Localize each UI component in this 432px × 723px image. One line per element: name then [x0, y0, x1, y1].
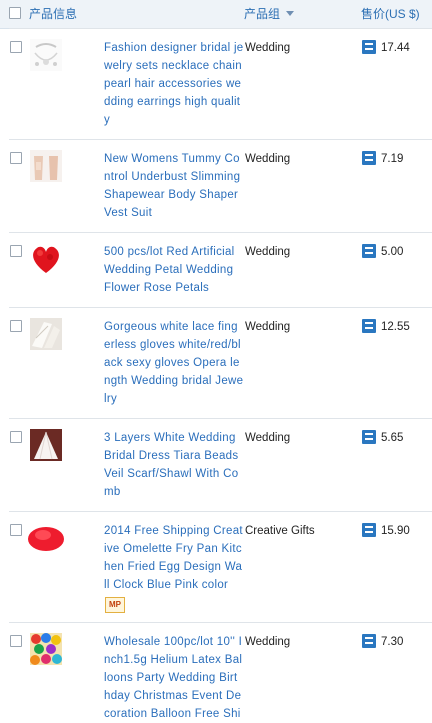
edit-price-icon[interactable]	[362, 319, 376, 333]
row-checkbox[interactable]	[10, 41, 22, 53]
table-row: 3 Layers White Wedding Bridal Dress Tiar…	[9, 418, 432, 512]
table-row: New Womens Tummy Control Underbust Slimm…	[9, 139, 432, 233]
table-row: 500 pcs/lot Red Artificial Wedding Petal…	[9, 232, 432, 308]
edit-price-icon[interactable]	[362, 40, 376, 54]
product-group: Wedding	[245, 321, 291, 333]
sort-caret-icon[interactable]	[286, 11, 295, 16]
product-title-link[interactable]: Gorgeous white lace fingerless gloves wh…	[104, 318, 244, 408]
product-price: 5.00	[381, 246, 404, 258]
table-row: Fashion designer bridal jewelry sets nec…	[9, 28, 432, 140]
row-checkbox[interactable]	[10, 245, 22, 257]
product-thumbnail[interactable]	[30, 243, 62, 275]
product-price: 17.44	[381, 42, 410, 54]
product-group: Wedding	[245, 246, 291, 258]
select-all-checkbox[interactable]	[9, 7, 21, 19]
row-checkbox[interactable]	[10, 152, 22, 164]
product-thumbnail[interactable]	[30, 429, 62, 461]
mp-badge: MP	[105, 597, 125, 613]
edit-price-icon[interactable]	[362, 634, 376, 648]
row-checkbox[interactable]	[10, 524, 22, 536]
product-title-link[interactable]: 2014 Free Shipping Creative Omelette Fry…	[104, 522, 244, 594]
header-price: 售价(US $)	[361, 7, 420, 21]
product-price: 7.30	[381, 636, 404, 648]
header-product-info: 产品信息	[29, 7, 78, 21]
product-title-link[interactable]: New Womens Tummy Control Underbust Slimm…	[104, 150, 244, 222]
row-checkbox[interactable]	[10, 635, 22, 647]
product-thumbnail[interactable]	[30, 318, 62, 350]
table-row: Wholesale 100pc/lot 10'' Inch1.5g Helium…	[9, 622, 432, 720]
product-price: 15.90	[381, 525, 410, 537]
product-price: 12.55	[381, 321, 410, 333]
table-row: 2014 Free Shipping Creative Omelette Fry…	[9, 511, 432, 623]
product-group: Creative Gifts	[245, 525, 315, 537]
product-group: Wedding	[245, 636, 291, 648]
product-title-link[interactable]: Fashion designer bridal jewelry sets nec…	[104, 39, 244, 129]
product-thumbnail[interactable]	[30, 39, 62, 71]
table-header: 产品信息 产品组 售价(US $)	[0, 0, 432, 29]
product-group: Wedding	[245, 432, 291, 444]
product-thumbnail[interactable]	[26, 522, 66, 554]
product-thumbnail[interactable]	[30, 633, 62, 665]
product-group: Wedding	[245, 153, 291, 165]
edit-price-icon[interactable]	[362, 151, 376, 165]
edit-price-icon[interactable]	[362, 430, 376, 444]
table-row: Gorgeous white lace fingerless gloves wh…	[9, 307, 432, 419]
edit-price-icon[interactable]	[362, 523, 376, 537]
row-checkbox[interactable]	[10, 320, 22, 332]
product-price: 5.65	[381, 432, 404, 444]
product-thumbnail[interactable]	[30, 150, 62, 182]
row-checkbox[interactable]	[10, 431, 22, 443]
product-title-link[interactable]: 3 Layers White Wedding Bridal Dress Tiar…	[104, 429, 244, 501]
product-group: Wedding	[245, 42, 291, 54]
edit-price-icon[interactable]	[362, 244, 376, 258]
header-product-group[interactable]: 产品组	[244, 5, 295, 22]
product-title-link[interactable]: Wholesale 100pc/lot 10'' Inch1.5g Helium…	[104, 633, 244, 723]
product-price: 7.19	[381, 153, 404, 165]
header-product-group-label: 产品组	[244, 7, 281, 21]
product-title-link[interactable]: 500 pcs/lot Red Artificial Wedding Petal…	[104, 243, 244, 297]
